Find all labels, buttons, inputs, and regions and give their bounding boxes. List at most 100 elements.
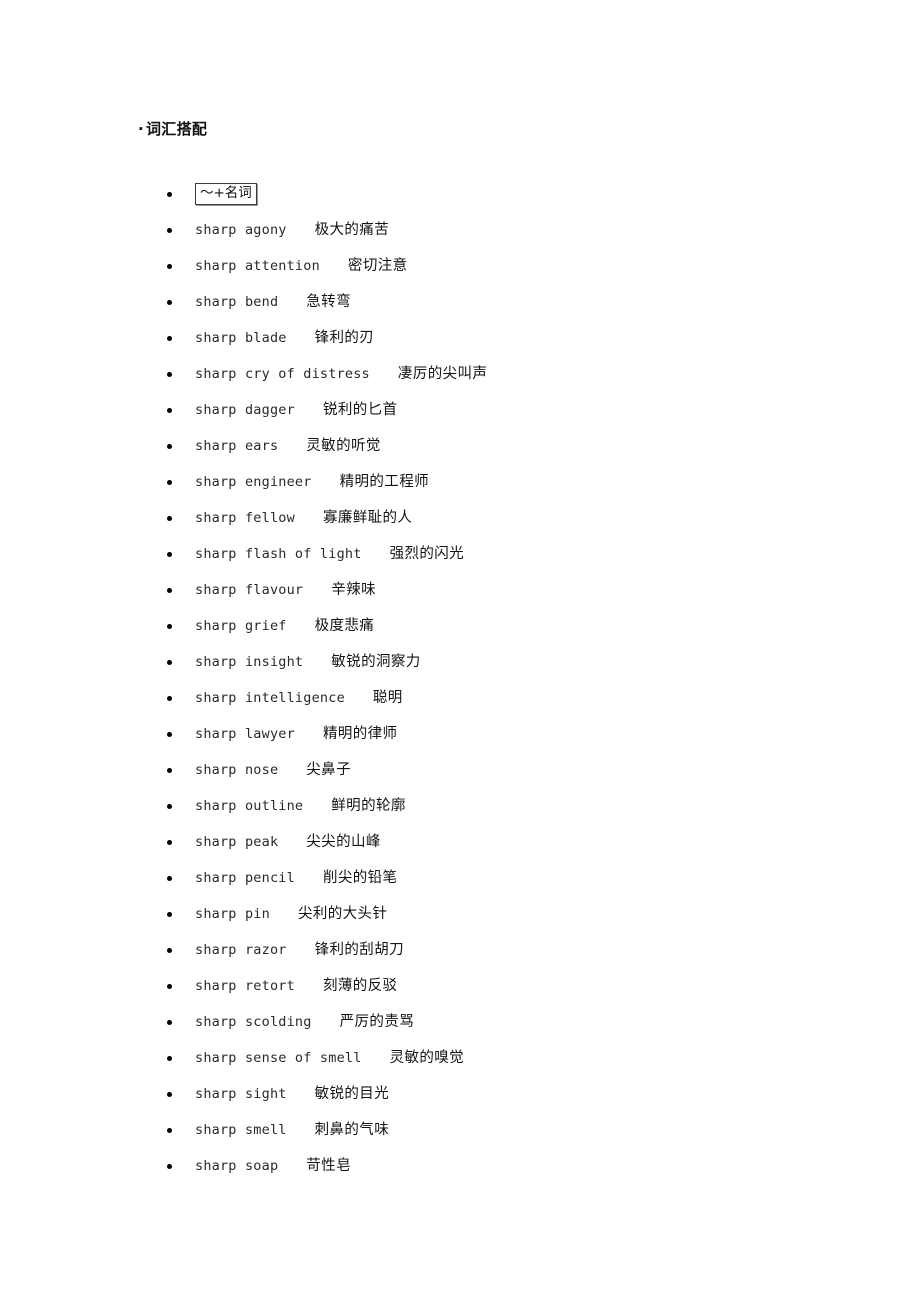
collocation-chinese: 尖利的大头针 bbox=[297, 906, 388, 922]
collocation-english: sharp peak bbox=[195, 834, 279, 850]
collocation-chinese: 辛辣味 bbox=[331, 582, 376, 598]
collocation-chinese: 密切注意 bbox=[347, 258, 408, 274]
bullet-icon bbox=[167, 552, 172, 557]
list-item: sharp flash of light 强烈的闪光 bbox=[0, 536, 920, 572]
list-item: sharp peak 尖尖的山峰 bbox=[0, 824, 920, 860]
bullet-icon bbox=[167, 444, 172, 449]
collocation-chinese: 极度悲痛 bbox=[314, 618, 375, 634]
bullet-icon bbox=[167, 300, 172, 305]
collocation-english: sharp flash of light bbox=[195, 546, 362, 562]
collocation-english: sharp grief bbox=[195, 618, 287, 634]
collocation-chinese: 尖尖的山峰 bbox=[306, 834, 381, 850]
collocation-english: sharp razor bbox=[195, 942, 287, 958]
list-item: sharp smell 刺鼻的气味 bbox=[0, 1112, 920, 1148]
collocation-english: sharp attention bbox=[195, 258, 320, 274]
collocation-english: sharp blade bbox=[195, 330, 287, 346]
collocation-chinese: 精明的律师 bbox=[322, 726, 398, 742]
list-item: sharp retort 刻薄的反驳 bbox=[0, 968, 920, 1004]
bullet-icon bbox=[167, 228, 172, 233]
collocation-english: sharp intelligence bbox=[195, 690, 345, 706]
collocation-english: sharp cry of distress bbox=[195, 366, 370, 382]
collocation-english: sharp fellow bbox=[195, 510, 295, 526]
collocation-chinese: 敏锐的目光 bbox=[314, 1086, 390, 1102]
collocation-chinese: 极大的痛苦 bbox=[314, 222, 390, 238]
collocation-chinese: 急转弯 bbox=[306, 294, 351, 310]
bullet-icon bbox=[167, 696, 172, 701]
collocation-chinese: 灵敏的嗅觉 bbox=[389, 1050, 465, 1066]
list-item: sharp pencil 削尖的铅笔 bbox=[0, 860, 920, 896]
collocation-english: sharp lawyer bbox=[195, 726, 295, 742]
bullet-icon bbox=[167, 1092, 172, 1097]
page-title: · 词汇搭配 bbox=[138, 118, 207, 140]
list-item: sharp sense of smell 灵敏的嗅觉 bbox=[0, 1040, 920, 1076]
list-item: sharp blade 锋利的刃 bbox=[0, 320, 920, 356]
bullet-icon bbox=[167, 768, 172, 773]
list-item: sharp soap 苛性皂 bbox=[0, 1148, 920, 1184]
collocation-english: sharp insight bbox=[195, 654, 304, 670]
bullet-icon bbox=[167, 876, 172, 881]
bullet-icon bbox=[167, 1020, 172, 1025]
bullet-icon bbox=[167, 516, 172, 521]
list-item: sharp agony 极大的痛苦 bbox=[0, 212, 920, 248]
list-item: sharp nose 尖鼻子 bbox=[0, 752, 920, 788]
bullet-icon bbox=[167, 372, 172, 377]
collocation-english: sharp pencil bbox=[195, 870, 295, 886]
collocation-chinese: 苛性皂 bbox=[306, 1158, 351, 1174]
bullet-icon bbox=[167, 840, 172, 845]
collocation-english: sharp flavour bbox=[195, 582, 304, 598]
heading-lead-dot: · bbox=[138, 120, 144, 138]
bullet-icon bbox=[167, 948, 172, 953]
bullet-icon bbox=[167, 480, 172, 485]
collocation-english: sharp sight bbox=[195, 1086, 287, 1102]
collocation-list: ～+名词 sharp agony 极大的痛苦 sharp attention 密切注意… bbox=[0, 176, 920, 1184]
collocation-english: sharp engineer bbox=[195, 474, 312, 490]
document-page: · 词汇搭配 ～+名词 sharp agony 极大的痛苦 sharp attenti… bbox=[0, 0, 920, 1302]
bullet-icon bbox=[167, 264, 172, 269]
collocation-chinese: 精明的工程师 bbox=[339, 474, 429, 490]
collocation-chinese: 刻薄的反驳 bbox=[322, 978, 398, 994]
collocation-chinese: 聪明 bbox=[372, 690, 403, 706]
collocation-chinese: 灵敏的听觉 bbox=[306, 438, 381, 454]
bullet-icon bbox=[167, 1056, 172, 1061]
collocation-english: sharp nose bbox=[195, 762, 279, 778]
bullet-icon bbox=[167, 336, 172, 341]
list-item: sharp insight 敏锐的洞察力 bbox=[0, 644, 920, 680]
bullet-icon bbox=[167, 408, 172, 413]
collocation-english: sharp smell bbox=[195, 1122, 287, 1138]
page-title-text: 词汇搭配 bbox=[146, 120, 208, 138]
collocation-english: sharp bend bbox=[195, 294, 279, 310]
pattern-box: ～+名词 bbox=[195, 183, 257, 206]
list-item: sharp dagger 锐利的匕首 bbox=[0, 392, 920, 428]
list-item: sharp attention 密切注意 bbox=[0, 248, 920, 284]
list-item: sharp ears 灵敏的听觉 bbox=[0, 428, 920, 464]
bullet-icon bbox=[167, 192, 172, 197]
collocation-chinese: 削尖的铅笔 bbox=[322, 870, 398, 886]
collocation-english: sharp pin bbox=[195, 906, 270, 922]
collocation-chinese: 寡廉鲜耻的人 bbox=[322, 510, 413, 526]
collocation-english: sharp sense of smell bbox=[195, 1050, 362, 1066]
list-item: sharp sight 敏锐的目光 bbox=[0, 1076, 920, 1112]
collocation-chinese: 尖鼻子 bbox=[306, 762, 351, 778]
collocation-chinese: 敏锐的洞察力 bbox=[331, 654, 421, 670]
collocation-english: sharp scolding bbox=[195, 1014, 312, 1030]
list-item: sharp grief 极度悲痛 bbox=[0, 608, 920, 644]
bullet-icon bbox=[167, 660, 172, 665]
list-item: sharp intelligence 聪明 bbox=[0, 680, 920, 716]
collocation-english: sharp soap bbox=[195, 1158, 279, 1174]
collocation-chinese: 锐利的匕首 bbox=[322, 402, 398, 418]
collocation-chinese: 强烈的闪光 bbox=[389, 546, 465, 562]
list-item: sharp flavour 辛辣味 bbox=[0, 572, 920, 608]
list-item: sharp lawyer 精明的律师 bbox=[0, 716, 920, 752]
list-item: sharp bend 急转弯 bbox=[0, 284, 920, 320]
list-item: sharp pin 尖利的大头针 bbox=[0, 896, 920, 932]
collocation-english: sharp retort bbox=[195, 978, 295, 994]
list-item: sharp cry of distress 凄厉的尖叫声 bbox=[0, 356, 920, 392]
collocation-english: sharp outline bbox=[195, 798, 304, 814]
bullet-icon bbox=[167, 1164, 172, 1169]
bullet-icon bbox=[167, 984, 172, 989]
collocation-chinese: 凄厉的尖叫声 bbox=[397, 366, 488, 382]
list-item: sharp scolding 严厉的责骂 bbox=[0, 1004, 920, 1040]
bullet-icon bbox=[167, 732, 172, 737]
bullet-icon bbox=[167, 804, 172, 809]
collocation-chinese: 鲜明的轮廓 bbox=[331, 798, 406, 814]
